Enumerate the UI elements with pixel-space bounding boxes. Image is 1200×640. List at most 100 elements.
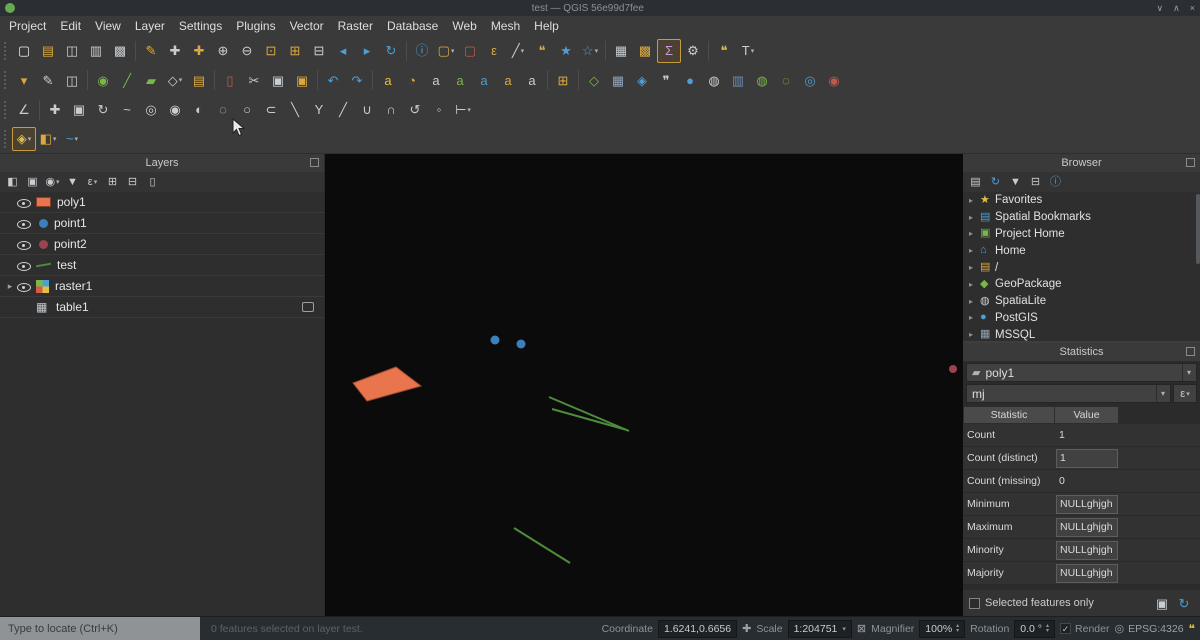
scale-combo[interactable]: 1:204751 ▾ (788, 620, 852, 638)
deselect-features-button[interactable]: ▢ (458, 39, 482, 63)
remove-layer-button[interactable]: ▯ (143, 173, 162, 191)
add-line-feature-button[interactable]: ╱ (115, 68, 139, 92)
expander-icon[interactable]: ▸ (969, 213, 980, 222)
expander-icon[interactable]: ▸ (969, 229, 980, 238)
log-messages-button[interactable]: ❝ (712, 39, 736, 63)
save-layer-edits-button[interactable]: ◫ (60, 68, 84, 92)
selected-features-only-checkbox[interactable] (969, 598, 980, 609)
new-bookmark-button[interactable]: ★ (554, 39, 578, 63)
crs-value[interactable]: EPSG:4326 (1128, 623, 1183, 635)
add-polygon-feature-button[interactable]: ▰ (139, 68, 163, 92)
menu-plugins[interactable]: Plugins (229, 17, 282, 35)
locate-input[interactable] (0, 617, 200, 640)
undo-button[interactable]: ↶ (321, 68, 345, 92)
visibility-eye-icon[interactable] (16, 216, 32, 231)
attribute-table-button[interactable]: ▦ (609, 39, 633, 63)
menu-edit[interactable]: Edit (53, 17, 88, 35)
visibility-eye-icon[interactable] (16, 258, 32, 273)
trim-extend-button[interactable]: ⊢▾ (451, 98, 475, 122)
add-spatialite-layer-button[interactable]: ◍ (702, 68, 726, 92)
manage-map-themes-button[interactable]: ◉▾ (43, 173, 62, 191)
osm-place-search-button[interactable]: ◈▾ (12, 127, 36, 151)
zoom-to-selection-button[interactable]: ⊞ (283, 39, 307, 63)
statistic-value-box[interactable]: NULLghjgh (1056, 564, 1118, 583)
add-ring-button[interactable]: ◎ (139, 98, 163, 122)
open-project-button[interactable]: ▤ (36, 39, 60, 63)
text-annotation-button[interactable]: T▾ (736, 39, 760, 63)
refresh-map-button[interactable]: ↻ (379, 39, 403, 63)
menu-layer[interactable]: Layer (128, 17, 172, 35)
redo-button[interactable]: ↷ (345, 68, 369, 92)
maximize-button[interactable]: ∧ (1173, 0, 1180, 16)
filter-by-expression-button[interactable]: ε▾ (83, 173, 102, 191)
browser-item--[interactable]: ▸▤/ (963, 259, 1200, 276)
field-calculator-button[interactable]: ▩ (633, 39, 657, 63)
collapse-browser-button[interactable]: ⊟ (1026, 173, 1045, 191)
float-panel-icon[interactable] (1186, 347, 1195, 356)
expander-icon[interactable]: ▸ (969, 330, 980, 339)
toolbar-handle[interactable] (4, 130, 8, 148)
map-tips-button[interactable]: ❝ (530, 39, 554, 63)
expander-icon[interactable]: ▸ (969, 263, 980, 272)
copy-move-features-button[interactable]: ▣ (67, 98, 91, 122)
add-layer-definition-button[interactable]: ▤ (966, 173, 985, 191)
lock-scale-icon[interactable]: ⊠ (857, 622, 866, 635)
visibility-eye-icon[interactable] (16, 195, 32, 210)
magnifier-spinner[interactable]: 100% ▴▾ (919, 620, 965, 638)
toggle-editing-button[interactable]: ✎ (36, 68, 60, 92)
column-header-value[interactable]: Value (1055, 406, 1119, 424)
close-button[interactable]: × (1190, 0, 1195, 16)
show-layout-manager-button[interactable]: ▩ (108, 39, 132, 63)
layer-item-table1[interactable]: ▦table1 (0, 297, 324, 318)
menu-raster[interactable]: Raster (331, 17, 380, 35)
layer-item-poly1[interactable]: poly1 (0, 192, 324, 213)
pan-map-button[interactable]: ✚ (163, 39, 187, 63)
browser-scrollbar[interactable] (1196, 194, 1200, 264)
pan-to-selection-button[interactable]: ✚ (187, 39, 211, 63)
add-wms-layer-button[interactable]: ◍ (750, 68, 774, 92)
statistic-value-box[interactable]: NULLghjgh (1056, 518, 1118, 537)
delete-selected-button[interactable]: ▯ (218, 68, 242, 92)
map-canvas[interactable] (325, 154, 963, 616)
filter-browser-button[interactable]: ▼ (1006, 173, 1025, 191)
add-delimited-text-button[interactable]: ❞ (654, 68, 678, 92)
save-project-button[interactable]: ◫ (60, 39, 84, 63)
refresh-statistics-button[interactable]: ↻ (1174, 593, 1194, 613)
add-point-feature-button[interactable]: ◉ (91, 68, 115, 92)
coordinate-input[interactable]: 1.6241,0.6656 (658, 620, 737, 638)
rotate-label-button[interactable]: a (496, 68, 520, 92)
float-panel-icon[interactable] (310, 158, 319, 167)
expand-all-button[interactable]: ⊞ (103, 173, 122, 191)
layer-item-test[interactable]: test (0, 255, 324, 276)
menu-database[interactable]: Database (380, 17, 445, 35)
add-mesh-layer-button[interactable]: ◈ (630, 68, 654, 92)
visibility-eye-icon[interactable] (16, 279, 32, 294)
rotate-feature-button[interactable]: ↻ (91, 98, 115, 122)
move-features-button[interactable]: ✚ (43, 98, 67, 122)
column-header-statistic[interactable]: Statistic (963, 406, 1055, 424)
refresh-browser-button[interactable]: ↻ (986, 173, 1005, 191)
paste-features-button[interactable]: ▣ (290, 68, 314, 92)
layer-item-point1[interactable]: point1 (0, 213, 324, 234)
browser-item-project-home[interactable]: ▸▣Project Home (963, 226, 1200, 243)
expander-icon[interactable]: ▸ (969, 280, 980, 289)
cut-features-button[interactable]: ✂ (242, 68, 266, 92)
toolbar-handle[interactable] (4, 42, 8, 60)
split-features-button[interactable]: ╱ (331, 98, 355, 122)
zoom-to-layer-button[interactable]: ⊟ (307, 39, 331, 63)
menu-project[interactable]: Project (2, 17, 53, 35)
open-layer-styling-button[interactable]: ◧ (3, 173, 22, 191)
expander-icon[interactable]: ▸ (969, 297, 980, 306)
menu-vector[interactable]: Vector (283, 17, 331, 35)
offset-point-symbol-button[interactable]: ◦ (427, 98, 451, 122)
add-vector-layer-button[interactable]: ◇ (582, 68, 606, 92)
render-checkbox[interactable]: ✓ (1060, 623, 1071, 634)
coordinate-tracking-icon[interactable]: ✚ (742, 622, 751, 635)
add-xyz-layer-button[interactable]: ◌ (774, 68, 798, 92)
zoom-in-button[interactable]: ⊕ (211, 39, 235, 63)
expander-icon[interactable]: ▸ (969, 246, 980, 255)
select-features-button[interactable]: ▢▾ (434, 39, 458, 63)
zoom-last-button[interactable]: ◂ (331, 39, 355, 63)
statistic-value-box[interactable]: NULLghjgh (1056, 495, 1118, 514)
measure-button[interactable]: ╱▾ (506, 39, 530, 63)
